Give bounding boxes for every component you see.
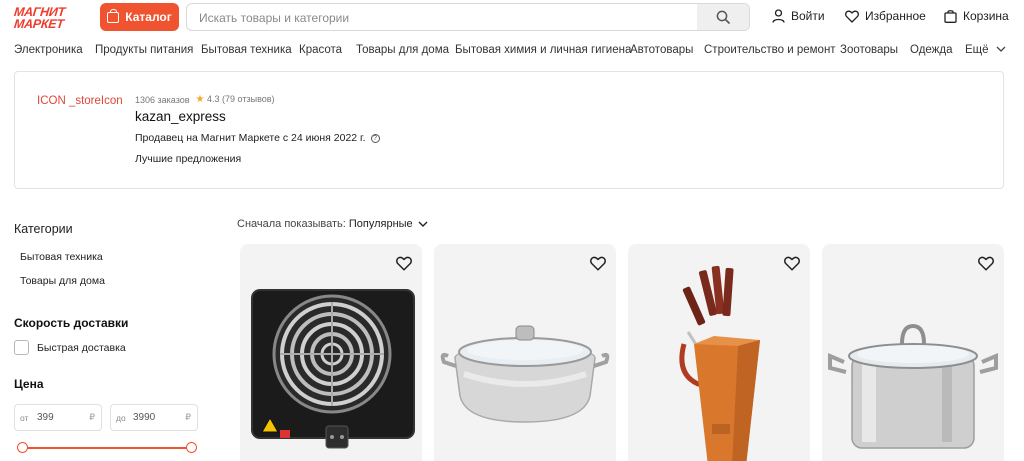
sort-label: Сначала показывать: xyxy=(237,218,346,230)
favorite-heart-icon[interactable] xyxy=(590,256,606,271)
price-from-currency: ₽ xyxy=(89,412,95,422)
nav-item-more[interactable]: Ещё xyxy=(965,44,1006,56)
search-button[interactable] xyxy=(697,4,749,30)
electric-hotplate-image xyxy=(251,289,415,449)
cart-bag-icon xyxy=(944,10,957,23)
nav-item-beauty[interactable]: Красота xyxy=(299,44,342,56)
product-card[interactable] xyxy=(240,244,422,461)
search-icon xyxy=(716,10,730,24)
login-button[interactable]: Войти xyxy=(772,9,825,23)
orders-count: 1306 заказов xyxy=(135,94,190,105)
store-icon: ICON _storeIcon xyxy=(37,95,123,107)
cart-button[interactable]: Корзина xyxy=(944,9,1009,23)
logo-line-2: МАРКЕТ xyxy=(13,17,65,31)
catalog-button-label: Каталог xyxy=(125,10,172,24)
price-from-prefix: от xyxy=(20,413,29,423)
catalog-button[interactable]: Каталог xyxy=(100,3,179,31)
category-nav: Электроника Продукты питания Бытовая тех… xyxy=(0,44,1024,60)
seller-meta: 1306 заказов ★ 4.3 (79 отзывов) xyxy=(135,94,275,105)
nav-item-auto[interactable]: Автотовары xyxy=(630,44,693,56)
price-from-value: 399 xyxy=(37,412,54,423)
sidebar-category-appliances[interactable]: Бытовая техника xyxy=(20,251,103,263)
favorite-heart-icon[interactable] xyxy=(978,256,994,271)
nav-item-appliances[interactable]: Бытовая техника xyxy=(201,44,292,56)
price-slider-track[interactable] xyxy=(22,447,192,449)
login-label: Войти xyxy=(791,9,825,23)
nav-item-household-chemicals[interactable]: Бытовая химия и личная гигиена xyxy=(455,44,631,56)
nav-item-home[interactable]: Товары для дома xyxy=(356,44,449,56)
fast-delivery-checkbox[interactable] xyxy=(14,340,29,355)
favorites-label: Избранное xyxy=(865,9,926,23)
seller-card: ICON _storeIcon 1306 заказов ★ 4.3 (79 о… xyxy=(14,71,1004,189)
nav-item-construction[interactable]: Строительство и ремонт xyxy=(704,44,836,56)
fast-delivery-label[interactable]: Быстрая доставка xyxy=(37,342,126,354)
star-icon: ★ xyxy=(195,94,205,105)
price-to-field[interactable]: до 3990 ₽ xyxy=(110,404,198,431)
best-offers-link[interactable]: Лучшие предложения xyxy=(135,153,241,165)
sort-dropdown[interactable]: Сначала показывать: Популярные xyxy=(237,218,428,230)
favorite-heart-icon[interactable] xyxy=(784,256,800,271)
price-title: Цена xyxy=(14,377,44,391)
rating-block: ★ 4.3 (79 отзывов) xyxy=(196,94,275,105)
price-to-prefix: до xyxy=(116,413,126,423)
favorites-button[interactable]: Избранное xyxy=(845,9,926,23)
nav-item-electronics[interactable]: Электроника xyxy=(14,44,83,56)
price-slider-min-handle[interactable] xyxy=(17,442,28,453)
user-icon xyxy=(772,9,785,23)
chevron-down-icon xyxy=(996,47,1006,53)
cart-label: Корзина xyxy=(963,9,1009,23)
header: МАГНИТ МАРКЕТ Каталог Войти Избранное Ко… xyxy=(0,0,1024,36)
tall-steel-pot-image xyxy=(828,323,998,449)
price-to-value: 3990 xyxy=(133,412,156,423)
categories-title: Категории xyxy=(14,222,73,236)
reviews-count[interactable]: (79 отзывов) xyxy=(222,94,275,104)
nav-item-food[interactable]: Продукты питания xyxy=(95,44,193,56)
steel-pot-image xyxy=(440,325,610,423)
price-to-currency: ₽ xyxy=(185,412,191,422)
sidebar-category-home[interactable]: Товары для дома xyxy=(20,275,105,287)
search-bar xyxy=(186,3,750,31)
search-input[interactable] xyxy=(199,10,699,26)
product-card[interactable] xyxy=(822,244,1004,461)
catalog-bag-icon xyxy=(107,8,120,23)
chevron-down-icon xyxy=(418,221,428,227)
seller-since: Продавец на Магнит Маркете с 24 июня 202… xyxy=(135,132,380,144)
logo[interactable]: МАГНИТ МАРКЕТ xyxy=(13,5,86,31)
rating-value: 4.3 xyxy=(207,94,220,104)
favorite-heart-icon[interactable] xyxy=(396,256,412,271)
knife-set-image xyxy=(679,265,760,461)
seller-name: kazan_express xyxy=(135,109,226,124)
price-slider-max-handle[interactable] xyxy=(186,442,197,453)
nav-item-clothes[interactable]: Одежда xyxy=(910,44,952,56)
nav-item-pets[interactable]: Зоотовары xyxy=(840,44,898,56)
sort-value: Популярные xyxy=(348,218,413,230)
delivery-speed-title: Скорость доставки xyxy=(14,316,129,330)
heart-icon xyxy=(845,10,859,23)
product-card[interactable] xyxy=(628,244,810,461)
price-from-field[interactable]: от 399 ₽ xyxy=(14,404,102,431)
seller-since-text: Продавец на Магнит Маркете с 24 июня 202… xyxy=(135,132,366,144)
help-icon[interactable]: ? xyxy=(370,133,380,143)
product-card[interactable] xyxy=(434,244,616,461)
nav-more-label: Ещё xyxy=(965,44,989,56)
